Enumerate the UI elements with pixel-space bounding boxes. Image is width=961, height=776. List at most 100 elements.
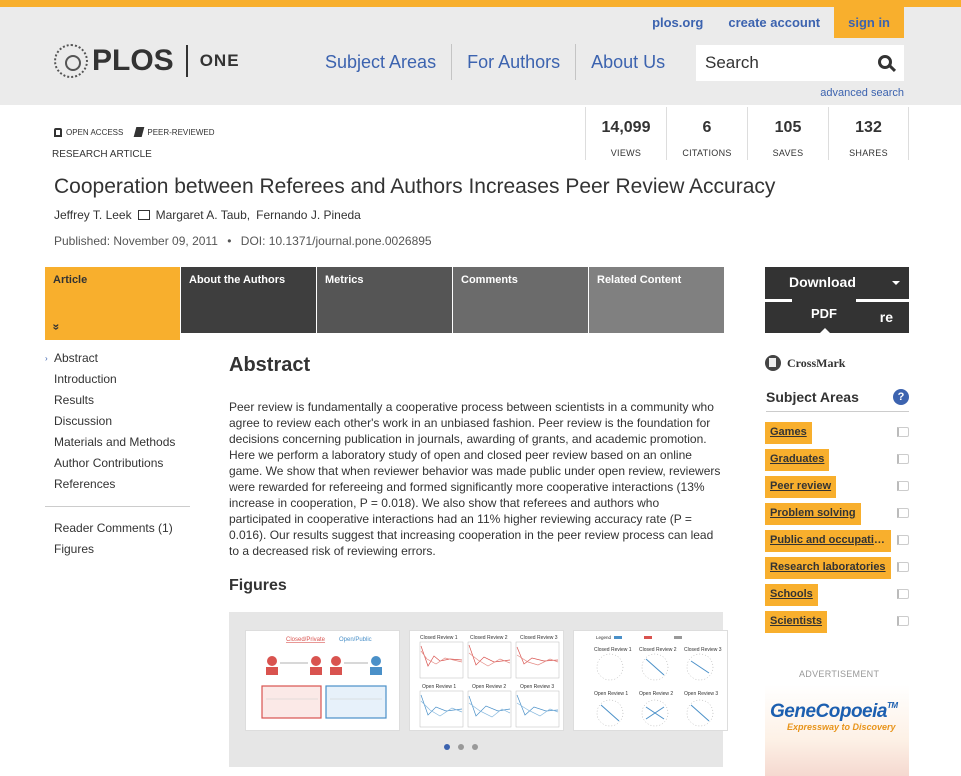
fig-label: Open Review 1 — [594, 691, 628, 697]
download-button[interactable]: Download — [765, 267, 909, 299]
subject-area-tag[interactable]: Games — [765, 422, 812, 444]
top-accent-stripe — [0, 0, 961, 7]
subject-area-tag[interactable]: Public and occupational health — [765, 530, 891, 552]
nav-subject-areas[interactable]: Subject Areas — [310, 44, 453, 80]
help-icon[interactable]: ? — [893, 389, 909, 405]
fig-label: Closed Review 1 — [420, 635, 458, 641]
plos-org-link[interactable]: plos.org — [652, 15, 703, 30]
fig-label: Legend — [596, 635, 612, 640]
crossmark-label: CrossMark — [787, 355, 846, 370]
flag-icon[interactable] — [897, 535, 909, 545]
tab-label: Related Content — [597, 274, 682, 286]
tab-comments[interactable]: Comments — [453, 267, 588, 333]
carousel-dot[interactable] — [458, 744, 464, 750]
peer-reviewed-badge: PEER-REVIEWED — [134, 127, 215, 137]
metric-views[interactable]: 14,099 VIEWS — [585, 107, 666, 160]
nav-introduction[interactable]: Introduction — [54, 372, 190, 393]
figures-heading: Figures — [229, 577, 287, 594]
crossmark-icon — [765, 355, 781, 371]
tab-label: Article — [53, 274, 88, 286]
metric-citations[interactable]: 6 CITATIONS — [666, 107, 747, 160]
search-icon[interactable] — [878, 55, 892, 69]
search-input[interactable] — [705, 53, 865, 73]
carousel-dot[interactable] — [472, 744, 478, 750]
sign-in-button[interactable]: sign in — [834, 7, 904, 38]
ad-slogan: Expressway to Discovery — [787, 722, 896, 732]
author-link[interactable]: Jeffrey T. Leek — [54, 208, 132, 222]
nav-results[interactable]: Results — [54, 393, 190, 414]
plos-logo-icon — [54, 44, 88, 78]
advanced-search-link[interactable]: advanced search — [820, 87, 904, 99]
subject-area-tag[interactable]: Problem solving — [765, 503, 861, 525]
tab-metrics[interactable]: Metrics — [317, 267, 452, 333]
fig-label: Closed Review 2 — [470, 635, 508, 641]
nav-discussion[interactable]: Discussion — [54, 414, 190, 435]
nav-for-authors[interactable]: For Authors — [452, 44, 577, 80]
author-link[interactable]: Fernando J. Pineda — [256, 208, 361, 222]
chevron-down-icon[interactable] — [892, 281, 900, 285]
nav-references[interactable]: References — [54, 477, 190, 498]
subject-area-tag[interactable]: Research laboratories — [765, 557, 891, 579]
flag-icon[interactable] — [897, 454, 909, 464]
fig-label: Open Review 1 — [422, 684, 456, 690]
figure-thumbnail[interactable]: Legend Closed Review 1 Closed Review 2 C… — [573, 630, 728, 731]
logo-text: PLOS — [92, 44, 174, 77]
nav-reader-comments[interactable]: Reader Comments (1) — [54, 521, 190, 542]
download-label: Download — [789, 274, 856, 290]
subject-area-tag[interactable]: Graduates — [765, 449, 830, 471]
figure-thumbnail[interactable]: Closed/Private Open/Public — [245, 630, 400, 731]
crossmark-badge[interactable]: CrossMark — [765, 355, 845, 371]
top-links: plos.org create account sign in — [627, 7, 904, 38]
author-link[interactable]: Margaret A. Taub, — [156, 208, 251, 222]
metric-value: 132 — [855, 119, 882, 136]
flag-icon[interactable] — [897, 481, 909, 491]
figure-thumbnail[interactable]: Closed Review 1 Closed Review 2 Closed R… — [409, 630, 564, 731]
peer-reviewed-label: PEER-REVIEWED — [147, 127, 215, 137]
advertisement-banner[interactable]: GeneCopoeiaTM Expressway to Discovery — [765, 685, 909, 776]
nav-figures[interactable]: Figures — [54, 542, 190, 563]
pencil-icon — [134, 127, 145, 137]
tab-article[interactable]: Article » — [45, 267, 180, 340]
nav-abstract[interactable]: Abstract — [54, 351, 190, 372]
logo-sub: ONE — [199, 51, 240, 70]
abstract-text: Peer review is fundamentally a cooperati… — [229, 400, 721, 558]
author-list: Jeffrey T. Leek Margaret A. Taub, Fernan… — [54, 208, 367, 222]
metric-saves[interactable]: 105 SAVES — [747, 107, 828, 160]
subject-area-tag[interactable]: Scientists — [765, 611, 827, 633]
subject-areas-divider — [766, 411, 909, 412]
tab-about-the-authors[interactable]: About the Authors — [181, 267, 316, 333]
flag-icon[interactable] — [897, 427, 909, 437]
tab-label: About the Authors — [189, 274, 286, 286]
tab-related-content[interactable]: Related Content — [589, 267, 724, 333]
carousel-dots — [444, 744, 486, 750]
email-icon[interactable] — [137, 210, 150, 220]
logo-divider — [185, 45, 188, 77]
nav-about-us[interactable]: About Us — [576, 44, 680, 80]
flag-icon[interactable] — [897, 508, 909, 518]
pdf-tooltip[interactable]: PDF — [792, 298, 856, 333]
subject-area-row: Peer review — [765, 476, 911, 503]
subject-area-row: Schools — [765, 584, 911, 611]
publication-info: Published: November 09, 2011 • DOI: 10.1… — [54, 234, 432, 248]
flag-icon[interactable] — [897, 616, 909, 626]
flag-icon[interactable] — [897, 562, 909, 572]
advertisement-label: ADVERTISEMENT — [799, 669, 880, 679]
metric-label: CITATIONS — [682, 148, 732, 158]
search-box — [696, 45, 904, 81]
current-section-marker: › — [45, 354, 48, 363]
carousel-dot[interactable] — [444, 744, 450, 750]
subject-area-tag[interactable]: Schools — [765, 584, 818, 606]
nav-author-contributions[interactable]: Author Contributions — [54, 456, 190, 477]
subject-areas-list: Games Graduates Peer review Problem solv… — [765, 422, 911, 638]
subject-area-tag[interactable]: Peer review — [765, 476, 837, 498]
open-access-badge: OPEN ACCESS — [54, 127, 123, 137]
subject-area-row: Research laboratories — [765, 557, 911, 584]
create-account-link[interactable]: create account — [728, 15, 820, 30]
metric-shares[interactable]: 132 SHARES — [828, 107, 909, 160]
fig-label: Open Review 3 — [520, 684, 554, 690]
nav-materials-and-methods[interactable]: Materials and Methods — [54, 435, 190, 456]
flag-icon[interactable] — [897, 589, 909, 599]
access-badges: OPEN ACCESS PEER-REVIEWED — [54, 127, 226, 137]
metric-label: VIEWS — [610, 148, 642, 158]
plos-one-logo[interactable]: PLOS ONE — [54, 44, 240, 78]
